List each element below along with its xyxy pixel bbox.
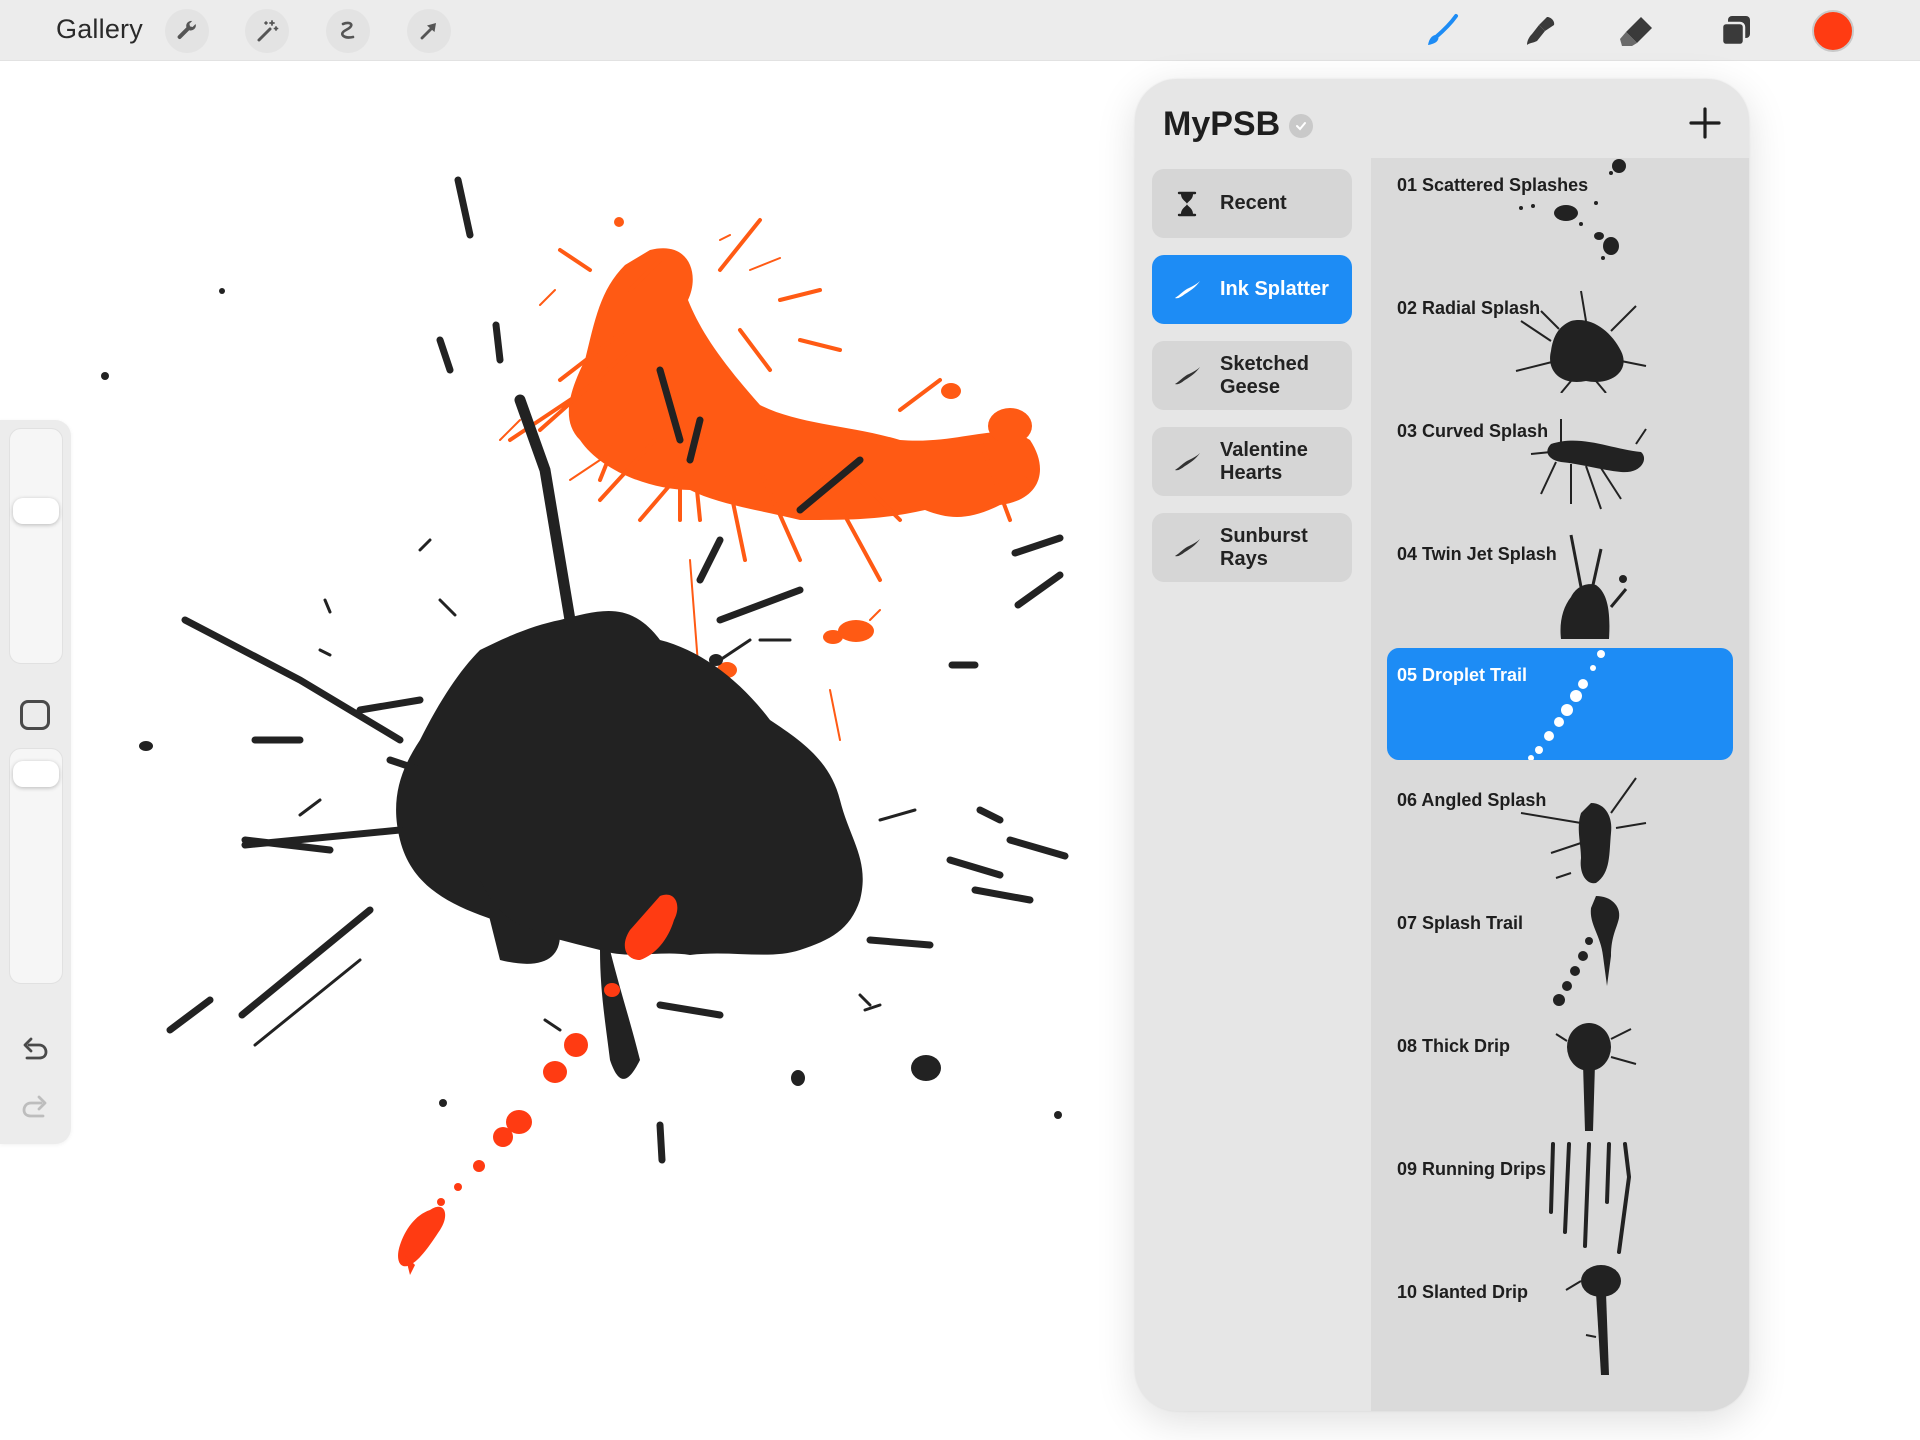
- brush-set-label: Recent: [1220, 192, 1287, 214]
- brush-item-scattered-splashes[interactable]: 01 Scattered Splashes: [1371, 158, 1749, 270]
- black-splatter: [101, 176, 1069, 1164]
- brush-item-angled-splash[interactable]: 06 Angled Splash: [1371, 773, 1749, 885]
- brush-item-curved-splash[interactable]: 03 Curved Splash: [1371, 404, 1749, 516]
- hourglass-icon: [1172, 189, 1202, 219]
- brush-tool-button[interactable]: [1420, 8, 1466, 54]
- transform-arrow-icon: [420, 23, 436, 40]
- wrench-icon: [177, 20, 196, 39]
- brush-name: 03 Curved Splash: [1397, 421, 1549, 441]
- brush-set-label: Sketched Geese: [1220, 352, 1309, 398]
- brush-stroke-icon: [1172, 447, 1202, 477]
- brush-set-sunburst-rays[interactable]: Sunburst Rays: [1152, 513, 1352, 582]
- brush-item-splash-trail[interactable]: 07 Splash Trail: [1371, 896, 1749, 1008]
- eraser-tool-button[interactable]: [1615, 8, 1661, 54]
- undo-icon: [23, 1037, 48, 1060]
- add-brush-button[interactable]: [1683, 101, 1727, 145]
- left-sidebar: [0, 420, 71, 1144]
- brush-name: 08 Thick Drip: [1397, 1036, 1511, 1056]
- plus-icon: [1689, 107, 1721, 139]
- brush-name: 06 Angled Splash: [1397, 790, 1547, 810]
- opacity-slider[interactable]: [9, 748, 63, 984]
- layers-button[interactable]: [1713, 8, 1759, 54]
- brush-stroke-icon: [1172, 361, 1202, 391]
- redo-button[interactable]: [16, 1088, 54, 1126]
- brush-set-recent[interactable]: Recent: [1152, 169, 1352, 238]
- brush-set-valentine-hearts[interactable]: Valentine Hearts: [1152, 427, 1352, 496]
- brush-item-thick-drip[interactable]: 08 Thick Drip: [1371, 1019, 1749, 1131]
- brush-size-slider[interactable]: [9, 428, 63, 664]
- brush-item-slanted-drip[interactable]: 10 Slanted Drip: [1371, 1265, 1749, 1377]
- brush-name: 01 Scattered Splashes: [1397, 175, 1589, 195]
- brush-size-thumb[interactable]: [13, 497, 59, 524]
- brush-set-label: Valentine Hearts: [1220, 438, 1308, 484]
- smudge-tool-button[interactable]: [1518, 8, 1564, 54]
- brush-name: 04 Twin Jet Splash: [1397, 544, 1557, 564]
- selection-icon: [341, 21, 355, 39]
- brush-name: 07 Splash Trail: [1397, 913, 1524, 933]
- brush-icon: [1428, 14, 1458, 45]
- selection-button[interactable]: [326, 9, 370, 53]
- top-toolbar: Gallery: [0, 0, 1920, 61]
- brush-item-radial-splash[interactable]: 02 Radial Splash: [1371, 281, 1749, 393]
- brush-item-twin-jet-splash[interactable]: 04 Twin Jet Splash: [1371, 527, 1749, 639]
- adjustments-wand-button[interactable]: [245, 9, 289, 53]
- brush-item-droplet-trail[interactable]: 05 Droplet Trail: [1387, 648, 1733, 760]
- brush-list: 01 Scattered Splashes 02 Radial Splash 0…: [1371, 158, 1749, 1411]
- brush-set-sketched-geese[interactable]: Sketched Geese: [1152, 341, 1352, 410]
- brush-name: 05 Droplet Trail: [1397, 665, 1528, 685]
- brush-stroke-icon: [1172, 533, 1202, 563]
- brush-set-label: Sunburst Rays: [1220, 524, 1308, 570]
- actions-wrench-button[interactable]: [165, 9, 209, 53]
- brush-name: 02 Radial Splash: [1397, 298, 1541, 318]
- magic-wand-icon: [257, 20, 279, 42]
- brush-library-panel: MyPSB Recent Ink Splatter Sketched Geese: [1135, 79, 1749, 1411]
- panel-title: MyPSB: [1163, 105, 1281, 143]
- undo-button[interactable]: [16, 1030, 54, 1068]
- opacity-thumb[interactable]: [13, 761, 59, 788]
- redo-icon: [22, 1095, 47, 1118]
- gallery-button[interactable]: Gallery: [56, 14, 143, 45]
- checkmark-badge-icon: [1289, 114, 1313, 138]
- smudge-icon: [1527, 17, 1555, 45]
- eraser-icon: [1620, 17, 1652, 46]
- brush-stroke-icon: [1172, 275, 1202, 305]
- transform-button[interactable]: [407, 9, 451, 53]
- brush-item-running-drips[interactable]: 09 Running Drips: [1371, 1142, 1749, 1254]
- layers-icon: [1720, 16, 1750, 47]
- modify-square-icon[interactable]: [20, 700, 50, 730]
- color-picker-button[interactable]: [1812, 10, 1854, 52]
- brush-name: 10 Slanted Drip: [1397, 1282, 1529, 1302]
- brush-set-ink-splatter[interactable]: Ink Splatter: [1152, 255, 1352, 324]
- brush-set-label: Ink Splatter: [1220, 278, 1329, 300]
- brush-name: 09 Running Drips: [1397, 1159, 1547, 1179]
